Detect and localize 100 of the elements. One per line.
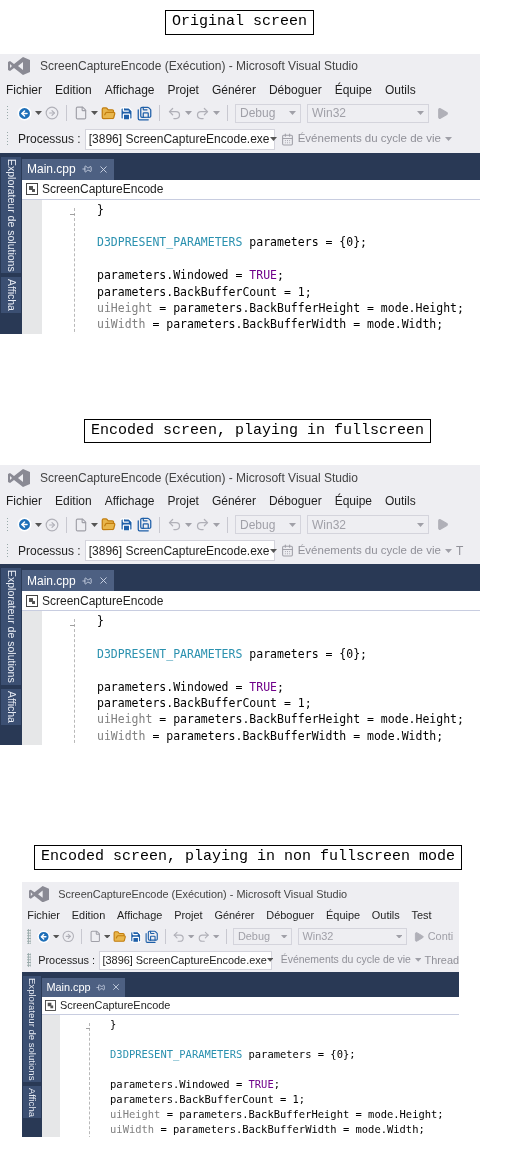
back-icon[interactable] (17, 517, 32, 532)
code-line: uiHeight = parameters.BackBufferHeight = mode.Height; (110, 1107, 444, 1120)
menu-item[interactable]: Générer (214, 906, 255, 924)
side-panel-tab[interactable]: Explorateur de solutions (1, 156, 21, 274)
side-panel-tab[interactable]: Afficha (1, 688, 21, 725)
menu-item[interactable]: Affichage (117, 906, 163, 924)
menu-item[interactable]: Test (411, 906, 432, 924)
menu-item[interactable]: Générer (211, 492, 256, 510)
code-line: uiWidth = parameters.BackBufferWidth = mode.Width; (97, 728, 444, 743)
code-line: uiHeight = parameters.BackBufferHeight = mode.Height; (97, 300, 464, 315)
window-title: ScreenCaptureEncode (Exécution) - Microsoft Visual Studio (40, 469, 358, 487)
caption: Encoded screen, playing in fullscreen (84, 418, 432, 443)
window-title: ScreenCaptureEncode (Exécution) - Microsoft Visual Studio (40, 58, 358, 75)
menu-item[interactable]: Projet (174, 906, 203, 924)
close-icon[interactable] (97, 575, 109, 586)
back-icon[interactable] (37, 929, 51, 944)
navigation-bar[interactable]: ScreenCaptureEncode (41, 997, 459, 1016)
document-tab[interactable]: Main.cpp (22, 570, 114, 591)
menu-item[interactable]: Déboguer (268, 492, 322, 510)
close-icon[interactable] (110, 982, 121, 993)
class-icon (26, 183, 38, 195)
undo-icon[interactable] (167, 105, 182, 121)
menu-item[interactable]: Edition (71, 906, 106, 924)
menu-item[interactable]: Fichier (27, 906, 60, 924)
app-logo-icon (8, 468, 30, 487)
play-icon[interactable] (436, 106, 449, 120)
caret-icon[interactable] (266, 958, 274, 962)
caret-icon[interactable] (269, 137, 277, 141)
process-label: Processus : (18, 542, 81, 560)
menu-item[interactable]: Edition (55, 492, 92, 510)
open-folder-icon[interactable] (112, 929, 127, 944)
navigation-bar[interactable]: ScreenCaptureEncode (22, 591, 480, 611)
code-line: parameters.Windowed = TRUE; (97, 679, 284, 694)
menu-item[interactable]: Affichage (104, 80, 155, 99)
redo-icon[interactable] (195, 105, 210, 121)
code-line: parameters.Windowed = TRUE; (97, 268, 284, 283)
code-line: } (97, 202, 104, 217)
menu-item[interactable]: Équipe (334, 80, 373, 99)
pin-icon[interactable] (96, 982, 106, 993)
side-panel-tab[interactable]: Explorateur de solutions (22, 976, 41, 1083)
class-icon (26, 594, 38, 607)
redo-icon[interactable] (197, 929, 211, 944)
menu-item[interactable]: Edition (55, 80, 92, 99)
process-label: Processus : (38, 953, 96, 968)
class-icon (45, 1000, 57, 1012)
side-panel-tab[interactable]: Afficha (1, 277, 21, 314)
open-folder-icon[interactable] (101, 105, 116, 121)
save-all-icon[interactable] (137, 105, 152, 121)
play-icon[interactable] (413, 930, 425, 943)
save-all-icon[interactable] (145, 929, 159, 944)
document-tab[interactable]: Main.cpp (41, 977, 126, 998)
undo-icon[interactable] (172, 929, 186, 944)
navigation-bar[interactable]: ScreenCaptureEncode (22, 179, 480, 200)
caret-icon[interactable] (269, 548, 277, 553)
caret-icon[interactable] (91, 111, 98, 115)
menu-item[interactable]: Équipe (326, 906, 360, 924)
side-panel-tab[interactable]: Explorateur de solutions (1, 568, 21, 685)
redo-icon[interactable] (195, 517, 210, 532)
menu-item[interactable]: Équipe (334, 492, 373, 510)
caret-icon[interactable] (53, 934, 60, 939)
caret-icon[interactable] (103, 934, 111, 939)
menu-item[interactable]: Outils (385, 492, 416, 510)
play-icon[interactable] (436, 518, 449, 531)
pin-icon[interactable] (81, 164, 92, 174)
process-dropdown[interactable]: [3896] ScreenCaptureEncode.exe (84, 540, 275, 561)
menu-item[interactable]: Fichier (6, 80, 42, 99)
menu-item[interactable]: Déboguer (266, 906, 315, 924)
open-folder-icon[interactable] (101, 517, 116, 532)
back-icon[interactable] (17, 105, 32, 121)
code-line: D3DPRESENT_PARAMETERS parameters = {0}; (97, 646, 368, 661)
code-line: } (97, 614, 104, 628)
code-line: uiWidth = parameters.BackBufferWidth = mode.Width; (110, 1122, 425, 1135)
menu-item[interactable]: Déboguer (268, 80, 322, 99)
menu-item[interactable]: Projet (167, 80, 199, 99)
save-icon[interactable] (128, 929, 143, 944)
code-line: D3DPRESENT_PARAMETERS parameters = {0}; (110, 1047, 356, 1060)
close-icon[interactable] (97, 163, 109, 175)
undo-icon[interactable] (167, 517, 182, 532)
app-logo-icon (29, 885, 50, 902)
save-all-icon[interactable] (137, 517, 152, 532)
caret-icon[interactable] (35, 111, 42, 115)
app-logo-icon (8, 57, 30, 75)
menu-item[interactable]: Outils (385, 80, 416, 99)
save-icon[interactable] (119, 517, 134, 532)
document-tab[interactable]: Main.cpp (22, 158, 114, 180)
menu-item[interactable]: Fichier (6, 492, 42, 510)
caret-icon[interactable] (35, 522, 42, 527)
menu-item[interactable]: Générer (211, 80, 256, 99)
menu-item[interactable]: Affichage (104, 492, 155, 510)
caret-icon[interactable] (91, 522, 98, 527)
code-line: parameters.BackBufferCount = 1; (110, 1092, 306, 1105)
menu-item[interactable]: Outils (371, 906, 400, 924)
pin-icon[interactable] (81, 575, 92, 586)
side-panel-tab[interactable]: Afficha (22, 1085, 41, 1119)
process-dropdown[interactable]: [3896] ScreenCaptureEncode.exe (98, 950, 272, 970)
process-dropdown[interactable]: [3896] ScreenCaptureEncode.exe (84, 128, 275, 150)
save-icon[interactable] (119, 105, 134, 121)
code-line: parameters.Windowed = TRUE; (110, 1077, 280, 1090)
menu-item[interactable]: Projet (167, 492, 199, 510)
code-line: } (110, 1018, 117, 1031)
